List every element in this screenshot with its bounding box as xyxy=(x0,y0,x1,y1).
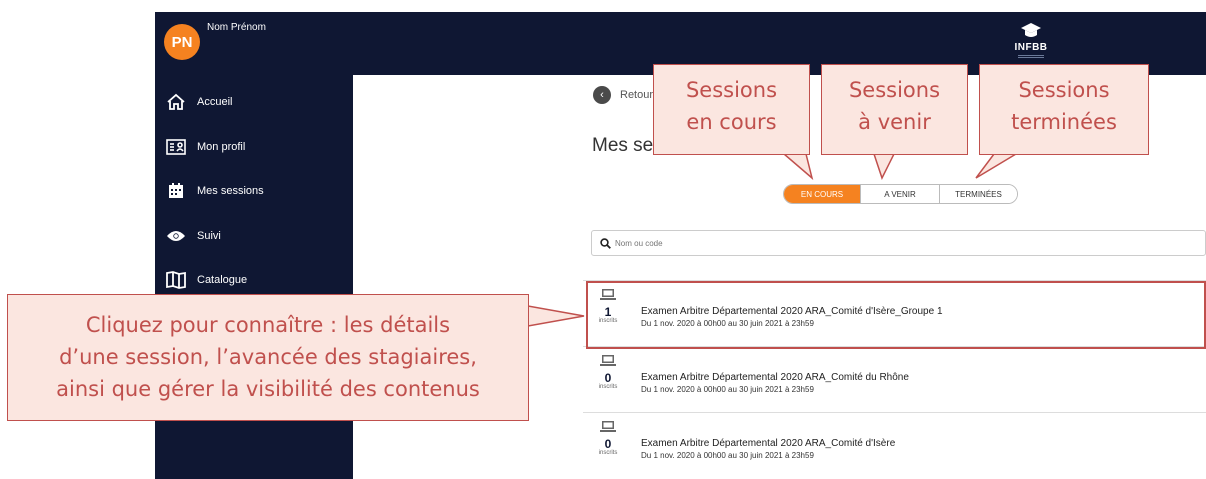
session-row[interactable]: 0 inscrits Examen Arbitre Départemental … xyxy=(583,412,1206,478)
eye-icon xyxy=(165,225,187,247)
session-title: Examen Arbitre Départemental 2020 ARA_Co… xyxy=(641,438,896,449)
session-title: Examen Arbitre Départemental 2020 ARA_Co… xyxy=(641,372,909,383)
infbb-logo[interactable]: INFBB xyxy=(1013,22,1049,66)
sidebar-item-suivi[interactable]: Suivi xyxy=(155,214,353,259)
callout-line: à venir xyxy=(858,110,931,134)
sidebar-nav: Accueil Mon profil Mes sessions Suivi Ca… xyxy=(155,80,353,303)
back-label: Retour xyxy=(620,89,654,101)
tab-terminees[interactable]: TERMINÉES xyxy=(940,185,1017,203)
book-icon xyxy=(165,269,187,291)
calendar-icon xyxy=(165,180,187,202)
search-input[interactable] xyxy=(615,238,1115,248)
callout-line: ainsi que gérer la visibilité des conten… xyxy=(56,377,480,401)
sidebar-item-mon-profil[interactable]: Mon profil xyxy=(155,125,353,170)
sidebar-item-label: Suivi xyxy=(197,229,221,242)
enrolled-count: 0 inscrits xyxy=(593,421,623,456)
sidebar-item-label: Mon profil xyxy=(197,140,246,153)
session-date: Du 1 nov. 2020 à 00h00 au 30 juin 2021 à… xyxy=(641,385,814,394)
logo-text: INFBB xyxy=(1014,42,1048,53)
callout-line: Sessions xyxy=(1018,78,1110,102)
callout-en-cours: Sessions en cours xyxy=(653,64,810,155)
chevron-left-icon: ‹ xyxy=(593,86,611,104)
search-icon xyxy=(600,237,611,249)
user-name[interactable]: Nom Prénom xyxy=(207,22,266,33)
callout-line: Sessions xyxy=(685,78,778,102)
sidebar-item-label: Catalogue xyxy=(197,274,248,287)
enrolled-label: inscrits xyxy=(598,450,618,456)
session-tabs: EN COURS A VENIR TERMINÉES xyxy=(783,184,1018,204)
sidebar-item-label: Mes sessions xyxy=(197,185,264,198)
laptop-icon xyxy=(600,421,616,432)
home-icon xyxy=(165,91,187,113)
callout-line: d’une session, l’avancée des stagiaires, xyxy=(59,345,477,369)
back-link[interactable]: ‹ Retour xyxy=(593,86,653,104)
avatar[interactable]: PN xyxy=(164,24,200,60)
session-date: Du 1 nov. 2020 à 00h00 au 30 juin 2021 à… xyxy=(641,451,814,460)
callout-line: en cours xyxy=(686,110,777,134)
search-box xyxy=(591,230,1206,256)
sidebar-item-mes-sessions[interactable]: Mes sessions xyxy=(155,169,353,214)
callout-line: terminées xyxy=(1011,110,1117,134)
enrolled-number: 0 xyxy=(604,437,612,451)
laptop-icon xyxy=(600,355,616,366)
screen-root: PN Nom Prénom Accueil Mon profil Mes ses… xyxy=(0,0,1206,479)
session-row[interactable]: 0 inscrits Examen Arbitre Départemental … xyxy=(583,346,1206,412)
sidebar-item-accueil[interactable]: Accueil xyxy=(155,80,353,125)
enrolled-count: 0 inscrits xyxy=(593,355,623,390)
tab-en-cours[interactable]: EN COURS xyxy=(784,185,861,203)
callout-a-venir: Sessions à venir xyxy=(821,64,968,155)
graduation-cap-icon xyxy=(1021,23,1041,37)
enrolled-number: 0 xyxy=(604,371,612,385)
sidebar-item-label: Accueil xyxy=(197,96,233,109)
callout-line: Cliquez pour connaître : les détails xyxy=(85,313,451,337)
highlight-frame xyxy=(586,281,1206,349)
callout-line: Sessions xyxy=(848,78,941,102)
callout-click-session: Cliquez pour connaître : les détails d’u… xyxy=(7,294,529,421)
callout-terminees: Sessions terminées xyxy=(979,64,1149,155)
profile-card-icon xyxy=(165,136,187,158)
tab-a-venir[interactable]: A VENIR xyxy=(861,185,940,203)
enrolled-label: inscrits xyxy=(598,384,618,390)
logo-underline xyxy=(1018,55,1044,58)
